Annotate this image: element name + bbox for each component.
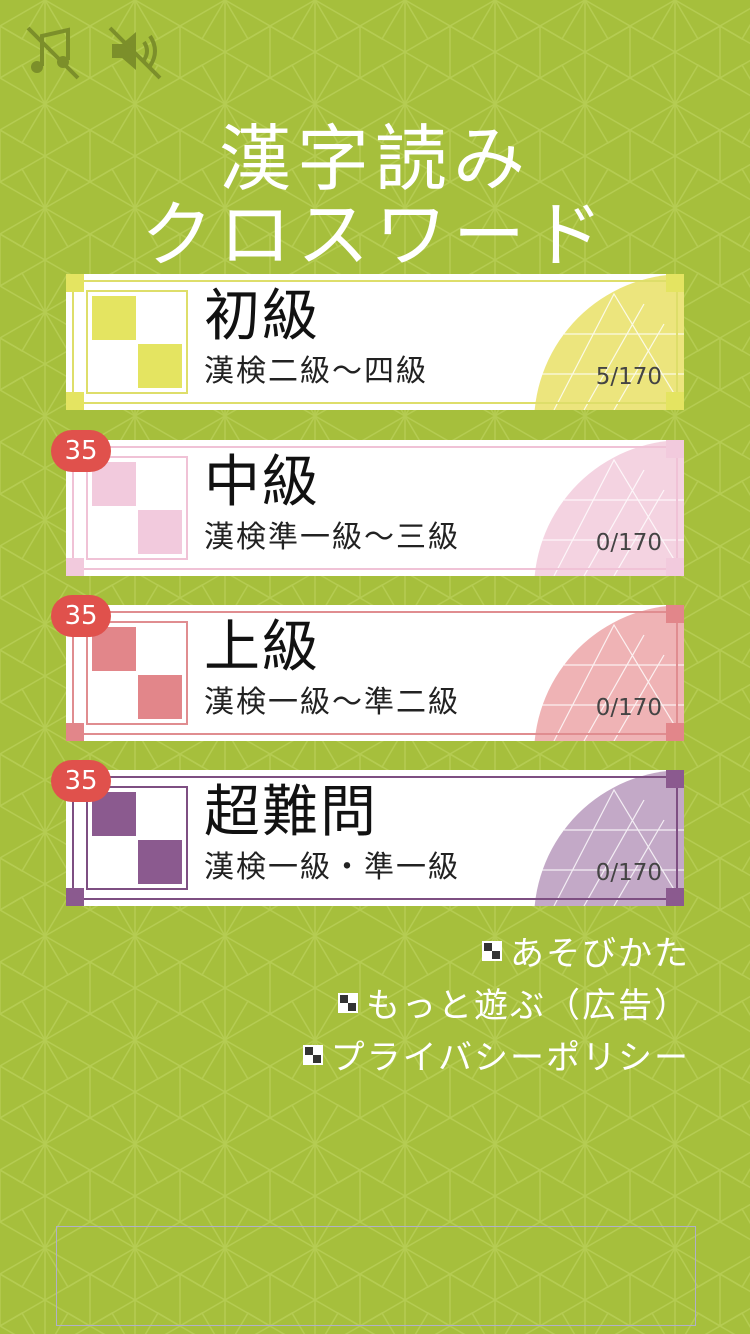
- app-title-line2: クロスワード: [140, 193, 609, 277]
- notification-badge: 35: [51, 430, 111, 472]
- level-name: 中級: [204, 450, 320, 515]
- notification-badge: 35: [51, 595, 111, 637]
- checker-icon: [482, 940, 502, 961]
- checker-icon: [86, 456, 188, 560]
- corner-mark: [66, 558, 84, 576]
- level-range: 漢検準一級〜三級: [204, 520, 460, 555]
- corner-mark: [66, 274, 84, 292]
- corner-mark: [666, 770, 684, 788]
- level-progress: 0/170: [595, 695, 662, 721]
- level-name: 初級: [204, 284, 320, 349]
- music-muted-icon[interactable]: [24, 22, 82, 80]
- corner-mark: [666, 392, 684, 410]
- level-name: 超難問: [204, 780, 378, 845]
- checker-icon: [86, 621, 188, 725]
- level-progress: 0/170: [595, 860, 662, 886]
- corner-mark: [66, 392, 84, 410]
- level-range: 漢検一級・準一級: [204, 850, 460, 885]
- ad-banner-area[interactable]: [56, 1226, 696, 1326]
- notification-badge: 35: [51, 760, 111, 802]
- corner-mark: [666, 605, 684, 623]
- level-progress: 0/170: [595, 530, 662, 556]
- level-card[interactable]: 超難問漢検一級・準一級 0/170: [66, 770, 684, 906]
- checker-icon: [338, 992, 358, 1013]
- how-to-play-link[interactable]: あそびかた: [482, 926, 690, 975]
- level-card[interactable]: 初級漢検二級〜四級 5/170: [66, 274, 684, 410]
- how-to-play-label: あそびかた: [510, 934, 690, 974]
- level-card[interactable]: 中級漢検準一級〜三級 0/170: [66, 440, 684, 576]
- corner-mark: [66, 888, 84, 906]
- corner-mark: [666, 440, 684, 458]
- more-games-link[interactable]: もっと遊ぶ（広告）: [338, 978, 690, 1027]
- level-card[interactable]: 上級漢検一級〜準二級 0/170: [66, 605, 684, 741]
- corner-mark: [66, 723, 84, 741]
- checker-icon: [86, 290, 188, 394]
- level-progress: 5/170: [595, 364, 662, 390]
- checker-icon: [302, 1044, 323, 1065]
- level-range: 漢検二級〜四級: [204, 354, 428, 389]
- corner-mark: [666, 558, 684, 576]
- more-games-label: もっと遊ぶ（広告）: [366, 986, 690, 1026]
- privacy-policy-label: プライバシーポリシー: [330, 1038, 690, 1078]
- checker-icon: [86, 786, 188, 890]
- privacy-policy-link[interactable]: プライバシーポリシー: [302, 1030, 690, 1079]
- speaker-muted-icon[interactable]: [106, 22, 164, 80]
- level-range: 漢検一級〜準二級: [204, 685, 460, 720]
- corner-mark: [666, 274, 684, 292]
- level-name: 上級: [204, 615, 320, 680]
- corner-mark: [666, 723, 684, 741]
- corner-mark: [666, 888, 684, 906]
